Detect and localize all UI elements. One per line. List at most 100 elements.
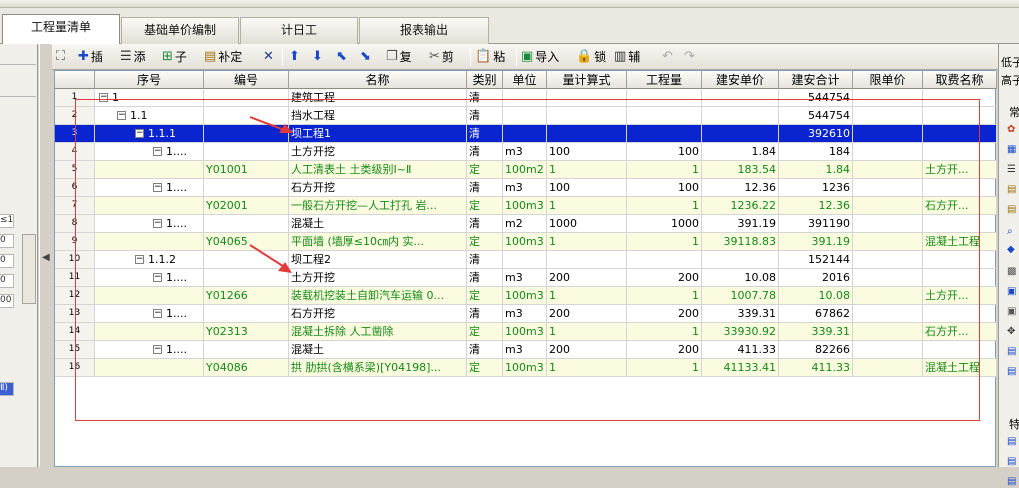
cell-name[interactable]: 石方开挖	[289, 179, 467, 197]
doc-icon[interactable]: ▤	[1007, 366, 1019, 378]
cell-name[interactable]: 混凝土	[289, 215, 467, 233]
cell-formula[interactable]: 1	[547, 233, 627, 251]
cell-total[interactable]: 544754	[779, 107, 853, 125]
cell-limit[interactable]	[853, 323, 923, 341]
table-row[interactable]: 9 Y04065 平面墙 (墙厚≤10㎝内 实... 定 100m3 1 1 39118.83…	[55, 233, 997, 251]
tab-bill-of-quantities[interactable]: 工程量清单	[2, 14, 120, 45]
cell-formula[interactable]	[547, 251, 627, 269]
cell-total[interactable]: 184	[779, 143, 853, 161]
aux-button[interactable]: ▥ 辅	[614, 48, 640, 66]
cell-total[interactable]: 339.31	[779, 323, 853, 341]
cell-limit[interactable]	[853, 251, 923, 269]
cell-name[interactable]: 混凝土	[289, 341, 467, 359]
cell-seq[interactable]	[95, 359, 204, 377]
table-row[interactable]: 11−1.... 土方开挖清 m3 200 200 10.08 2016	[55, 269, 997, 287]
cell-seq[interactable]: −1....	[95, 179, 204, 197]
cell-unit[interactable]: 100m3	[503, 197, 547, 215]
cell-seq[interactable]	[95, 233, 204, 251]
cell-formula[interactable]	[547, 107, 627, 125]
cell-total[interactable]: 1.84	[779, 161, 853, 179]
cell-limit[interactable]	[853, 341, 923, 359]
cell-fee[interactable]	[923, 125, 997, 143]
cell-name[interactable]: 坝工程1	[289, 125, 467, 143]
cell-limit[interactable]	[853, 287, 923, 305]
header-seq[interactable]: 序号	[95, 71, 204, 89]
cell-code[interactable]: Y02001	[204, 197, 289, 215]
cell-unit[interactable]	[503, 251, 547, 269]
cell-total[interactable]: 12.36	[779, 197, 853, 215]
cell-seq[interactable]	[95, 287, 204, 305]
cell-name[interactable]: 建筑工程	[289, 89, 467, 107]
cell-qty[interactable]: 100	[627, 143, 702, 161]
undo-button[interactable]: ↶	[662, 48, 673, 66]
cell-cat[interactable]: 清	[467, 341, 503, 359]
table-row[interactable]: 5 Y01001 人工清表土 土类级别Ⅰ~Ⅱ 定 100m2 1 1 183.54 1.84 土方…	[55, 161, 997, 179]
tree-toggle-icon[interactable]: −	[99, 93, 108, 102]
cell-fee[interactable]	[923, 215, 997, 233]
move-up-button[interactable]: ⬆	[289, 48, 300, 66]
cell-cat[interactable]: 清	[467, 305, 503, 323]
cell-cat[interactable]: 清	[467, 269, 503, 287]
cell-price[interactable]: 1007.78	[702, 287, 779, 305]
cell-qty[interactable]	[627, 89, 702, 107]
cell-unit[interactable]	[503, 107, 547, 125]
cell-qty[interactable]	[627, 107, 702, 125]
tab-unit-price[interactable]: 基础单价编制	[121, 17, 239, 44]
cell-fee[interactable]	[923, 251, 997, 269]
cell-total[interactable]: 411.33	[779, 359, 853, 377]
header-formula[interactable]: 量计算式	[547, 71, 627, 89]
cell-cat[interactable]: 清	[467, 107, 503, 125]
cell-total[interactable]: 67862	[779, 305, 853, 323]
cell-total[interactable]: 82266	[779, 341, 853, 359]
header-category[interactable]: 类别	[467, 71, 503, 89]
tree-toggle-icon[interactable]: −	[117, 111, 126, 120]
header-price-limit[interactable]: 限单价	[853, 71, 923, 89]
cell-limit[interactable]	[853, 125, 923, 143]
cell-fee[interactable]	[923, 341, 997, 359]
cell-qty[interactable]: 200	[627, 269, 702, 287]
cell-price[interactable]: 391.19	[702, 215, 779, 233]
table-row[interactable]: 12 Y01266 装载机挖装土自卸汽车运输 0... 定 100m3 1 1 1007.78…	[55, 287, 997, 305]
cell-cat[interactable]: 定	[467, 287, 503, 305]
cell-seq[interactable]: −1....	[95, 269, 204, 287]
cell-code[interactable]	[204, 269, 289, 287]
cell-cat[interactable]: 清	[467, 251, 503, 269]
tree-toggle-icon[interactable]: −	[153, 219, 162, 228]
table-row[interactable]: 2−1.1 挡水工程清 544754	[55, 107, 997, 125]
cell-unit[interactable]	[503, 125, 547, 143]
cell-price[interactable]: 183.54	[702, 161, 779, 179]
doc-icon[interactable]: ▣	[1007, 286, 1019, 298]
search-icon[interactable]: ⌕	[1007, 226, 1019, 238]
cell-total[interactable]: 2016	[779, 269, 853, 287]
cell-formula[interactable]: 1	[547, 197, 627, 215]
doc-icon[interactable]: ▤	[1007, 476, 1019, 488]
cell-unit[interactable]: 100m3	[503, 323, 547, 341]
cell-unit[interactable]: m3	[503, 179, 547, 197]
grid-icon[interactable]: ▦	[1007, 144, 1019, 156]
tab-report[interactable]: 报表输出	[359, 17, 489, 44]
cell-code[interactable]: Y01001	[204, 161, 289, 179]
cell-formula[interactable]: 100	[547, 179, 627, 197]
cell-fee[interactable]	[923, 89, 997, 107]
cell-formula[interactable]	[547, 89, 627, 107]
cell-price[interactable]: 1236.22	[702, 197, 779, 215]
cell-fee[interactable]	[923, 305, 997, 323]
cell-fee[interactable]	[923, 143, 997, 161]
cell-limit[interactable]	[853, 107, 923, 125]
cell-qty[interactable]: 200	[627, 305, 702, 323]
cell-cat[interactable]: 清	[467, 179, 503, 197]
tree-toggle-icon[interactable]: −	[135, 255, 144, 264]
header-code[interactable]: 编号	[204, 71, 289, 89]
left-scrollbar[interactable]	[22, 234, 36, 304]
cell-seq[interactable]	[95, 197, 204, 215]
doc-icon[interactable]: ▤	[1007, 436, 1019, 448]
cell-total[interactable]: 391190	[779, 215, 853, 233]
cell-formula[interactable]: 1	[547, 161, 627, 179]
add-button[interactable]: ☰ 添	[120, 48, 146, 66]
redo-button[interactable]: ↷	[684, 48, 695, 66]
collapse-left-icon[interactable]: ◀	[42, 252, 50, 263]
cell-name[interactable]: 坝工程2	[289, 251, 467, 269]
cell-fee[interactable]	[923, 269, 997, 287]
cell-cat[interactable]: 定	[467, 233, 503, 251]
cell-total[interactable]: 1236	[779, 179, 853, 197]
